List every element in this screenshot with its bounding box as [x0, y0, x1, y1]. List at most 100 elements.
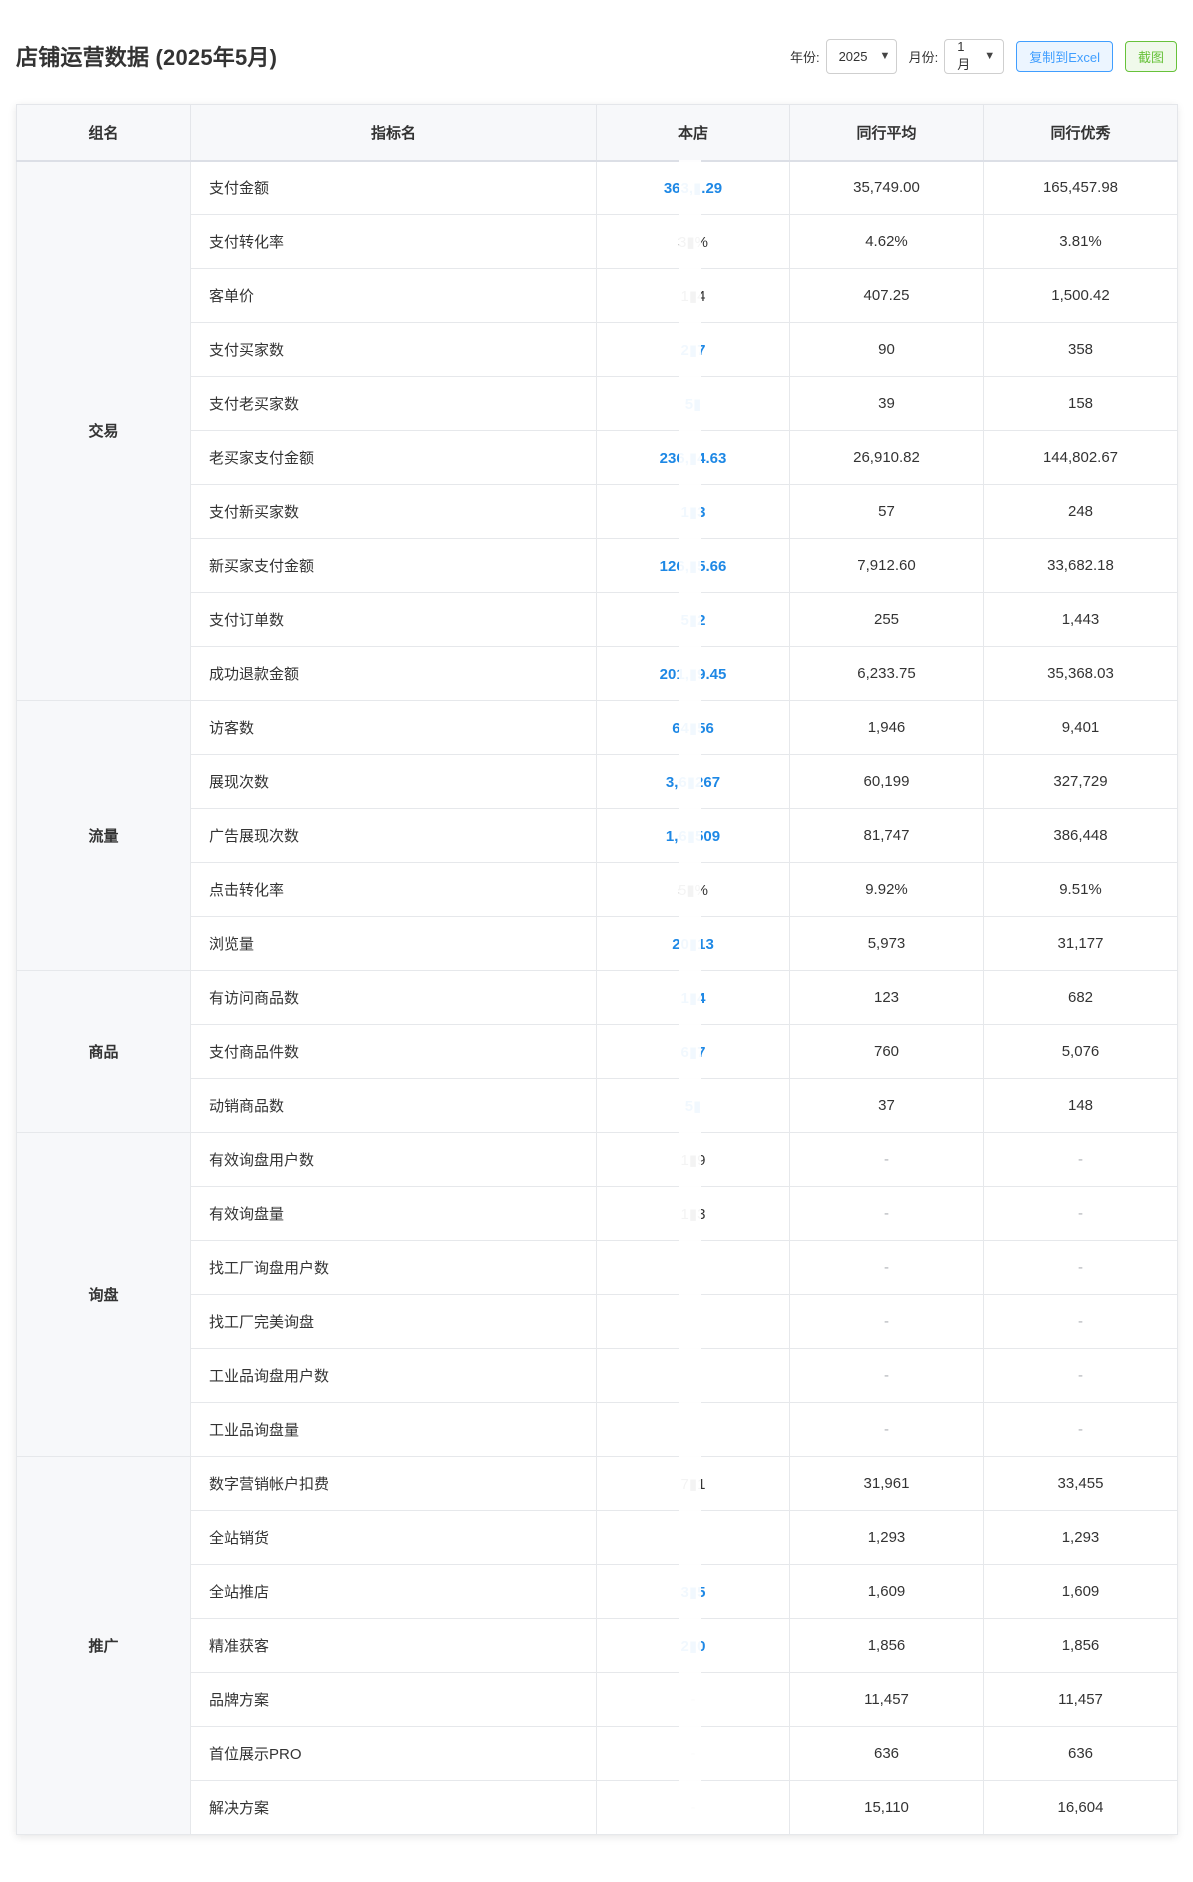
group-name-cell: 询盘 [16, 1132, 191, 1457]
chevron-down-icon: ▼ [984, 50, 996, 62]
peer-average-value-cell: - [789, 1132, 984, 1187]
metric-name-cell: 全站销货 [190, 1510, 597, 1565]
own-store-value-cell: 2▮7 [596, 322, 790, 377]
peer-average-value-cell: 1,946 [789, 700, 984, 755]
peer-top-value-cell: 327,729 [983, 754, 1178, 809]
column-header-peer-average: 同行平均 [789, 104, 984, 162]
own-store-value-cell: 201,▮9.45 [596, 646, 790, 701]
metric-name-cell: 品牌方案 [190, 1672, 597, 1727]
table-row: 品牌方案 -11,457 11,457 [17, 1672, 1178, 1727]
metric-name-cell: 支付买家数 [190, 322, 597, 377]
peer-average-value-cell: 81,747 [789, 808, 984, 863]
table-row: 商品 有访问商品数 1▮4 123 682 [16, 970, 1178, 1133]
page-title: 店铺运营数据 (2025年5月) [16, 45, 278, 70]
peer-average-value-cell: 57 [789, 484, 984, 539]
peer-top-value-cell: 9,401 [983, 700, 1178, 755]
metric-name-cell: 动销商品数 [190, 1078, 597, 1133]
peer-top-value-cell: - [983, 1348, 1178, 1403]
own-store-value-cell [596, 1402, 790, 1457]
own-store-value-cell: 5▮% [596, 862, 790, 917]
peer-top-value-cell: 1,609 [983, 1564, 1178, 1619]
metric-name-cell: 工业品询盘量 [190, 1402, 597, 1457]
metric-name-cell: 有效询盘量 [190, 1186, 597, 1241]
own-store-value-cell: 126,▮5.66 [596, 538, 790, 593]
own-store-value-cell [596, 1348, 790, 1403]
metric-name-cell: 浏览量 [190, 916, 597, 971]
table-row: 支付买家数 2▮7 90 358 [17, 322, 1178, 377]
column-header-own-store: 本店 [596, 104, 790, 162]
peer-top-value-cell: 33,682.18 [983, 538, 1178, 593]
table-row: 动销商品数 5▮ 37 148 [17, 1078, 1178, 1133]
peer-average-value-cell: 31,961 [789, 1456, 984, 1511]
peer-top-value-cell: - [983, 1132, 1178, 1187]
table-row: 点击转化率 5▮% 9.92% 9.51% [17, 862, 1178, 917]
peer-average-value-cell: 7,912.60 [789, 538, 984, 593]
metric-name-cell: 点击转化率 [190, 862, 597, 917]
peer-average-value-cell: 37 [789, 1078, 984, 1133]
table-row: 支付订单数 5▮2 255 1,443 [17, 592, 1178, 647]
peer-average-value-cell: 760 [789, 1024, 984, 1079]
peer-top-value-cell: - [983, 1186, 1178, 1241]
peer-average-value-cell: 35,749.00 [789, 160, 984, 215]
group-name-cell: 商品 [16, 970, 191, 1133]
own-store-value-cell: 1▮9 [596, 1132, 790, 1187]
own-store-value-cell [596, 1510, 790, 1565]
year-select-value: 2025 [838, 48, 868, 64]
peer-average-value-cell: - [789, 1186, 984, 1241]
peer-top-value-cell: 636 [983, 1726, 1178, 1781]
peer-average-value-cell: 407.25 [789, 268, 984, 323]
peer-top-value-cell: 1,293 [983, 1510, 1178, 1565]
table-row: 工业品询盘量 - - [17, 1402, 1178, 1457]
peer-top-value-cell: 5,076 [983, 1024, 1178, 1079]
own-store-value-cell: 3▮% [596, 214, 790, 269]
screenshot-button[interactable]: 截图 [1124, 40, 1177, 72]
own-store-value-cell: - [596, 1672, 790, 1727]
table-row: 找工厂询盘用户数 - - [17, 1240, 1178, 1295]
peer-average-value-cell: 4.62% [789, 214, 984, 269]
peer-average-value-cell: 1,609 [789, 1564, 984, 1619]
metric-name-cell: 全站推店 [190, 1564, 597, 1619]
year-select[interactable]: 2025 ▼ [825, 38, 897, 74]
own-store-value-cell: 1▮3 [596, 1186, 790, 1241]
peer-average-value-cell: 9.92% [789, 862, 984, 917]
month-select[interactable]: 1月 ▼ [944, 38, 1005, 74]
peer-top-value-cell: 158 [983, 376, 1178, 431]
own-store-value-cell: 1▮4 [596, 268, 790, 323]
table-row: 流量 访客数 64▮56 1,946 9,401 [16, 700, 1178, 971]
own-store-value-cell: 6▮7 [596, 1024, 790, 1079]
metric-name-cell: 解决方案 [190, 1780, 597, 1835]
metric-name-cell: 支付订单数 [190, 592, 597, 647]
metric-name-cell: 支付商品件数 [190, 1024, 597, 1079]
table-row: 精准获客 2▮0 1,856 1,856 [17, 1618, 1178, 1673]
metric-name-cell: 展现次数 [190, 754, 597, 809]
table-row: 老买家支付金额 236,▮4.63 26,910.82 144,802.67 [17, 430, 1178, 485]
peer-top-value-cell: 1,856 [983, 1618, 1178, 1673]
peer-top-value-cell: 33,455 [983, 1456, 1178, 1511]
column-header-peer-top: 同行优秀 [983, 104, 1178, 162]
table-header-row: 组名 指标名 本店 同行平均 同行优秀 [16, 104, 1178, 162]
metric-name-cell: 找工厂询盘用户数 [190, 1240, 597, 1295]
own-store-value-cell [596, 1294, 790, 1349]
table-row: 询盘 有效询盘用户数 1▮9- - [16, 1132, 1178, 1457]
metric-name-cell: 支付金额 [190, 160, 597, 215]
metric-name-cell: 访客数 [190, 700, 597, 755]
peer-top-value-cell: - [983, 1240, 1178, 1295]
own-store-value-cell: 7▮1 [596, 1456, 790, 1511]
year-label: 年份: [789, 49, 820, 65]
own-store-value-cell: 3,6▮267 [596, 754, 790, 809]
own-store-value-cell: - [596, 1780, 790, 1835]
table-row: 客单价 1▮4 407.25 1,500.42 [17, 268, 1178, 323]
own-store-value-cell: 20▮13 [596, 916, 790, 971]
metric-name-cell: 有访问商品数 [190, 970, 597, 1025]
month-label: 月份: [908, 49, 939, 65]
page-header: 店铺运营数据 (2025年5月) 年份: 2025 ▼ 月份: 1月 ▼ 复制到… [16, 38, 1177, 74]
table-row: 支付商品件数 6▮7 760 5,076 [17, 1024, 1178, 1079]
own-store-value-cell [596, 1240, 790, 1295]
own-store-value-cell: 1▮3 [596, 484, 790, 539]
own-store-value-cell: 1,6▮509 [596, 808, 790, 863]
table-row: 支付老买家数 5▮ 39 158 [17, 376, 1178, 431]
copy-to-excel-button[interactable]: 复制到Excel [1016, 40, 1113, 72]
own-store-value-cell: 5▮2 [596, 592, 790, 647]
peer-top-value-cell: 248 [983, 484, 1178, 539]
peer-top-value-cell: 31,177 [983, 916, 1178, 971]
